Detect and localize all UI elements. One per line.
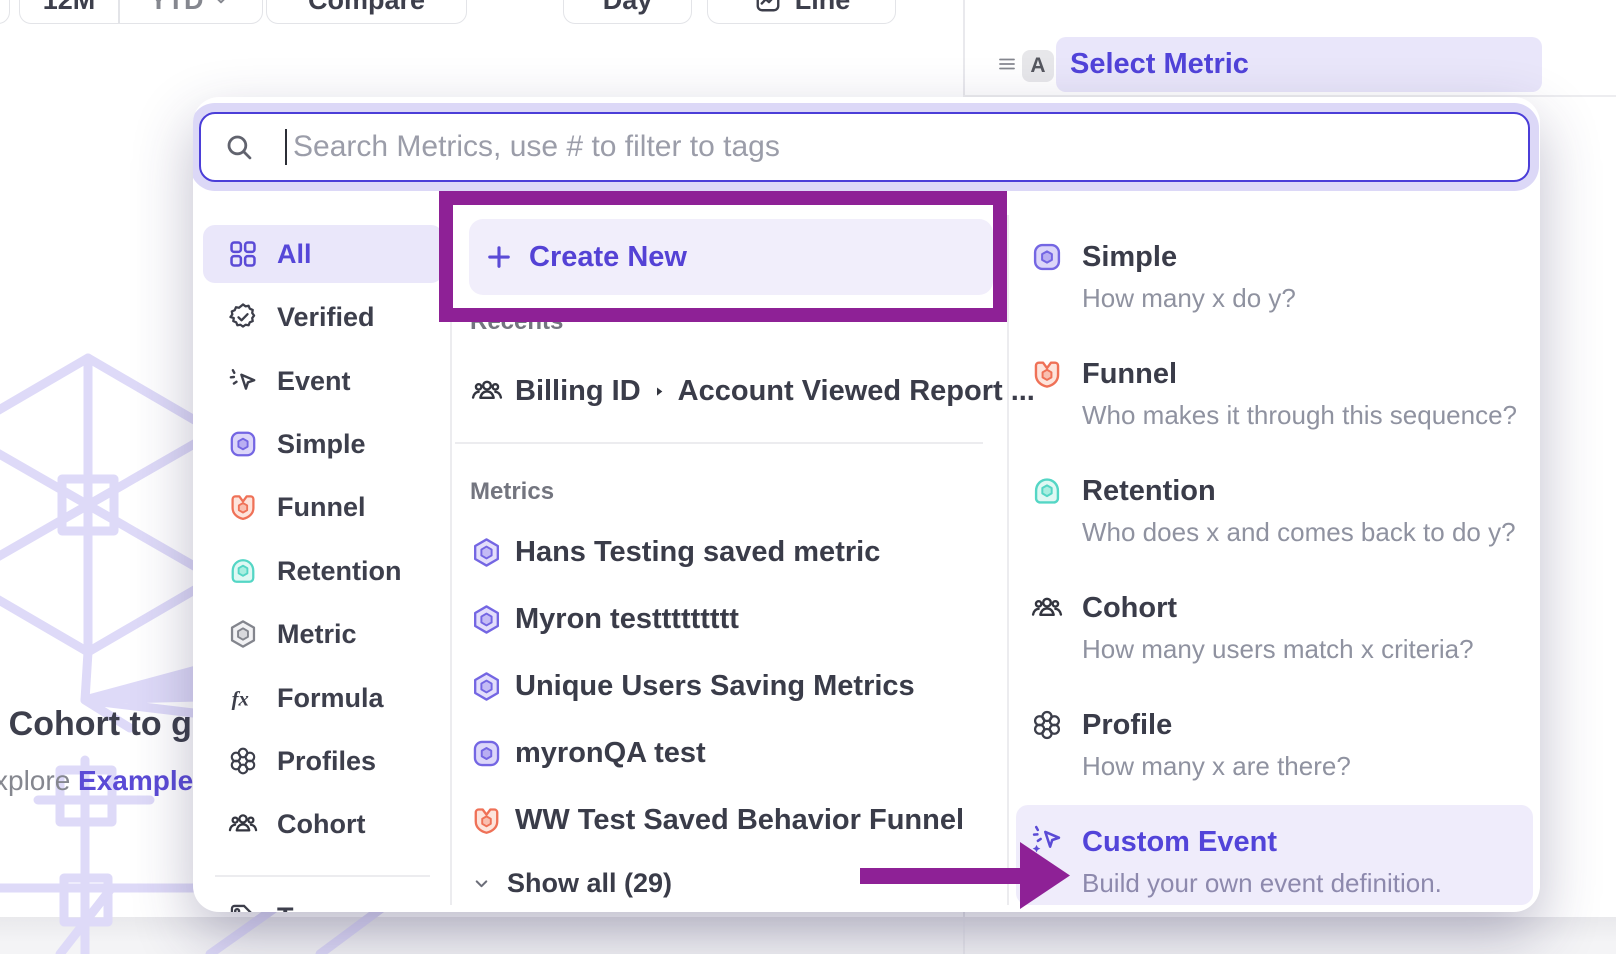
background-headline: r Cohort to ge [0,705,211,744]
metric-item-label: Unique Users Saving Metrics [515,670,915,703]
tag-icon [227,901,259,912]
type-description: How many x are there? [1082,751,1351,781]
sidebar-item-cohort[interactable]: Cohort [203,795,443,853]
sidebar-item-formula[interactable]: fx Formula [203,669,443,727]
type-retention[interactable]: Retention Who does x and comes back to d… [1007,462,1540,579]
type-custom-event[interactable]: Custom Event Build your own event defini… [1016,805,1533,905]
drag-handle-icon[interactable] [995,52,1019,76]
saved-metric-icon [470,603,503,636]
type-title: Profile [1082,708,1172,742]
metric-item-label: Hans Testing saved metric [515,536,880,569]
range-ytd-button[interactable]: YTD [120,0,262,23]
type-funnel[interactable]: Funnel Who makes it through this sequenc… [1007,345,1540,462]
simple-icon [227,428,259,460]
funnel-icon [1030,357,1064,391]
sidebar-section-divider [215,875,430,877]
saved-metric-icon [470,670,503,703]
series-a-badge[interactable]: A [1022,50,1054,82]
sidebar-item-verified[interactable]: Verified [203,288,443,346]
type-title: Cohort [1082,591,1177,625]
metric-item-label: Myron testtttttttt [515,603,739,636]
metric-item-label: myronQA test [515,737,706,770]
line-chart-icon [753,0,783,15]
sidebar-item-label: All [277,239,312,270]
chevron-down-icon [470,872,493,895]
sidebar-item-label: Profiles [277,746,376,777]
profiles-icon [1030,708,1064,742]
sidebar-item-all[interactable]: All [203,225,443,283]
type-title: Funnel [1082,357,1177,391]
background-explore-line: xplore Example R [0,765,221,797]
metric-item-myronqa[interactable]: myronQA test [470,724,990,782]
sidebar-item-metric[interactable]: Metric [203,605,443,663]
explore-prefix: xplore [0,765,70,796]
formula-icon: fx [227,682,259,714]
funnel-icon [227,491,259,523]
sidebar-item-label: Retention [277,556,402,587]
verified-icon [227,301,259,333]
compare-button[interactable]: Compare [266,0,467,24]
cohort-icon [227,808,259,840]
sidebar-item-label: Formula [277,683,384,714]
chevron-down-icon [210,0,232,11]
retention-icon [227,555,259,587]
range-12m-button[interactable]: 12M [20,0,118,23]
type-profile[interactable]: Profile How many x are there? [1007,696,1540,813]
profiles-icon [227,745,259,777]
type-description: Who makes it through this sequence? [1082,400,1517,430]
metric-item-myron[interactable]: Myron testtttttttt [470,590,990,648]
type-simple[interactable]: Simple How many x do y? [1007,228,1540,345]
text-cursor [285,129,287,165]
type-title: Retention [1082,474,1216,508]
metric-item-label: WW Test Saved Behavior Funnel [515,804,964,837]
sidebar-item-clipped[interactable]: T [203,888,443,912]
simple-icon [470,737,503,770]
toolbar-button-fragment[interactable] [0,0,10,24]
sidebar-item-label: Metric [277,619,357,650]
type-title: Simple [1082,240,1177,274]
chart-type-line-button[interactable]: Line [707,0,896,24]
type-cohort[interactable]: Cohort How many users match x criteria? [1007,579,1540,696]
sidebar-item-funnel[interactable]: Funnel [203,478,443,536]
chart-type-label: Line [795,0,851,16]
annotation-rectangle [439,191,1007,322]
category-sidebar: All Verified Event Simple Funnel Retenti… [203,97,443,912]
show-all-button[interactable]: Show all (29) [470,862,672,904]
event-icon [227,365,259,397]
type-description: Build your own event definition. [1082,868,1442,898]
metric-icon [227,618,259,650]
sidebar-item-label: Event [277,366,351,397]
type-description: How many x do y? [1082,283,1296,313]
sidebar-item-event[interactable]: Event [203,352,443,410]
sidebar-item-label: Funnel [277,492,366,523]
type-description: How many users match x criteria? [1082,634,1474,664]
sidebar-item-label: Simple [277,429,366,460]
interval-day-button[interactable]: Day [563,0,692,24]
grid-icon [227,238,259,270]
svg-text:fx: fx [232,689,249,711]
date-range-control: 12M YTD [19,0,263,24]
sidebar-item-label: T [277,902,294,913]
metric-item-hans[interactable]: Hans Testing saved metric [470,523,990,581]
funnel-icon [470,804,503,837]
app-canvas: 12M YTD Compare Day Line A Select Metric… [0,0,1616,954]
show-all-label: Show all (29) [507,868,672,899]
sidebar-item-simple[interactable]: Simple [203,415,443,473]
sidebar-item-label: Verified [277,302,375,333]
search-icon [223,131,255,163]
type-description: Who does x and comes back to do y? [1082,517,1516,547]
range-ytd-label: YTD [150,0,204,16]
metric-type-list: Simple How many x do y? Funnel Who makes… [1007,97,1540,912]
cohort-icon [1030,591,1064,625]
sidebar-item-retention[interactable]: Retention [203,542,443,600]
select-metric-button[interactable]: Select Metric [1056,37,1542,92]
type-title: Custom Event [1082,825,1277,859]
annotation-arrow [858,838,1073,913]
metric-item-unique-users[interactable]: Unique Users Saving Metrics [470,657,990,715]
saved-metric-icon [470,536,503,569]
sidebar-item-profiles[interactable]: Profiles [203,732,443,790]
sidebar-item-label: Cohort [277,809,365,840]
simple-icon [1030,240,1064,274]
retention-icon [1030,474,1064,508]
